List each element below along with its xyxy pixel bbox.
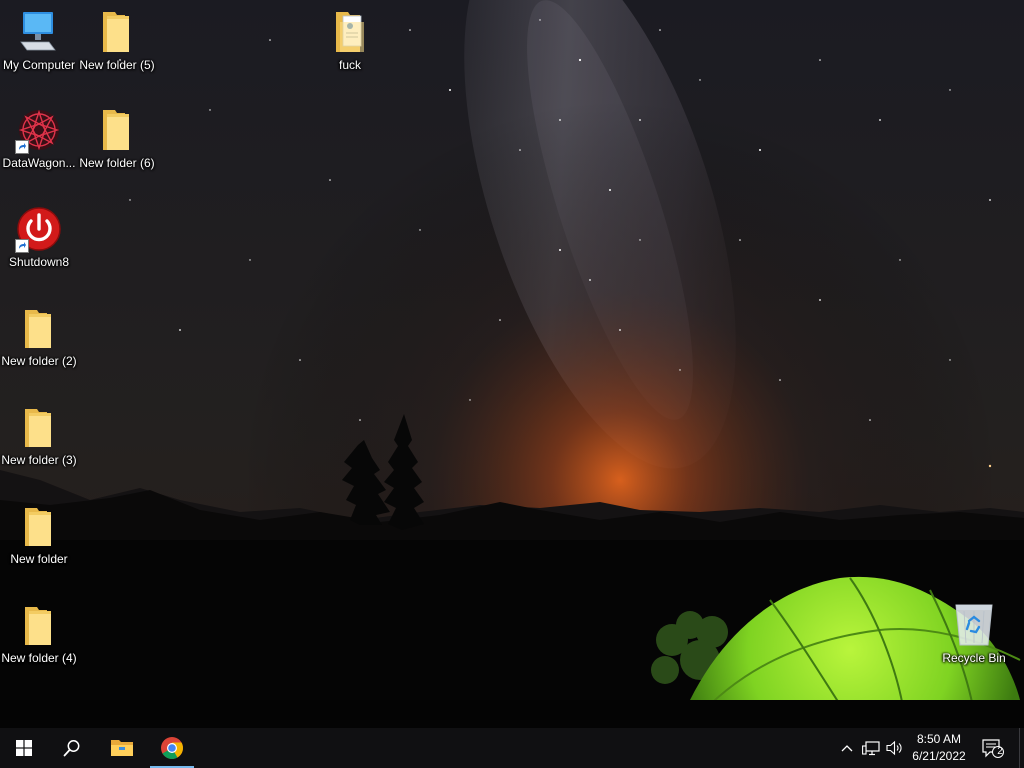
desktop-icon-label: New folder (4): [1, 651, 77, 665]
desktop-icon-label: New folder (6): [79, 156, 155, 170]
desktop-icon-label: Shutdown8: [8, 255, 70, 269]
chevron-up-icon: [841, 745, 853, 752]
show-hidden-icons-button[interactable]: [838, 728, 856, 768]
network-tray-button[interactable]: [860, 728, 882, 768]
desktop-icon-label: New folder (2): [1, 354, 77, 368]
search-icon: [63, 740, 80, 757]
desktop-icon-shutdown8[interactable]: Shutdown8: [1, 205, 77, 270]
volume-tray-button[interactable]: [884, 728, 906, 768]
desktop-icon-label: New folder: [10, 552, 68, 566]
folder-icon: [15, 403, 63, 451]
shortcut-arrow-icon: [15, 239, 29, 253]
recycle-bin-icon: [950, 601, 998, 649]
desktop-icon-new-folder-6[interactable]: New folder (6): [79, 106, 155, 171]
folder-icon: [15, 304, 63, 352]
show-desktop-button[interactable]: [1019, 728, 1024, 768]
search-button[interactable]: [48, 728, 96, 768]
desktop-icon-new-folder-2[interactable]: New folder (2): [1, 304, 77, 369]
desktop-icon-label: Recycle Bin: [942, 651, 1006, 665]
desktop-icon-datawagon[interactable]: DataWagon...: [1, 106, 77, 171]
file-explorer-icon: [111, 740, 133, 756]
desktop-icon-fuck-folder[interactable]: fuck: [312, 8, 388, 73]
folder-with-document-icon: [326, 8, 374, 56]
desktop-icon-new-folder-4[interactable]: New folder (4): [1, 601, 77, 666]
desktop-icon-label: fuck: [338, 58, 361, 72]
desktop-icon-label: DataWagon...: [2, 156, 76, 170]
datawagon-app-icon: [15, 106, 63, 154]
taskbar: 8:50 AM 6/21/2022 2: [0, 728, 1024, 768]
power-icon: [15, 205, 63, 253]
desktop-icon-new-folder-3[interactable]: New folder (3): [1, 403, 77, 468]
taskbar-chrome[interactable]: [148, 728, 196, 768]
notification-count-badge: 2: [997, 746, 1003, 757]
folder-icon: [15, 502, 63, 550]
folder-icon: [93, 106, 141, 154]
desktop-icon-label: New folder (5): [79, 58, 155, 72]
network-icon: [862, 741, 880, 756]
shortcut-arrow-icon: [15, 140, 29, 154]
desktop-icon-recycle-bin[interactable]: Recycle Bin: [936, 601, 1012, 666]
taskbar-clock[interactable]: 8:50 AM 6/21/2022: [906, 728, 972, 768]
windows-logo-icon: [16, 740, 32, 756]
desktop-icon-my-computer[interactable]: My Computer: [1, 8, 77, 73]
desktop-icon-label: New folder (3): [1, 453, 77, 467]
desktop-icon-new-folder-5[interactable]: New folder (5): [79, 8, 155, 73]
folder-icon: [93, 8, 141, 56]
computer-icon: [15, 8, 63, 56]
folder-icon: [15, 601, 63, 649]
taskbar-file-explorer[interactable]: [98, 728, 146, 768]
speaker-icon: [886, 740, 902, 756]
clock-time: 8:50 AM: [916, 732, 962, 746]
start-button[interactable]: [0, 728, 48, 768]
desktop-icon-label: My Computer: [2, 58, 76, 72]
clock-date: 6/21/2022: [912, 749, 966, 763]
desktop-icon-new-folder[interactable]: New folder: [1, 502, 77, 567]
chrome-icon: [161, 737, 183, 759]
action-center-button[interactable]: 2: [978, 728, 1008, 768]
